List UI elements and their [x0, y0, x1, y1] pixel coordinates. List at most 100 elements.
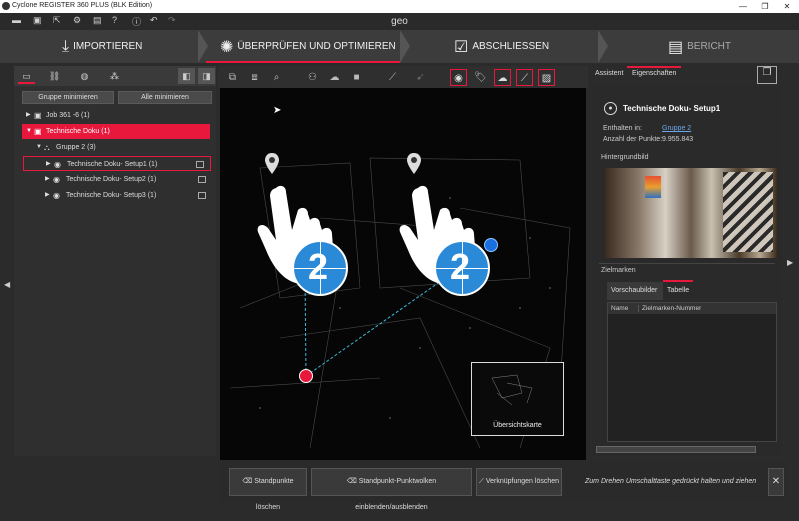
step-report-label: BERICHT [687, 41, 732, 52]
staircase [723, 172, 773, 252]
cloud-icon[interactable]: ☁ [326, 69, 343, 86]
box-icon[interactable]: ■ [348, 69, 365, 86]
collapse-arrow-icon[interactable]: ▼ [36, 140, 42, 155]
setup-point[interactable] [299, 369, 313, 383]
zoom-extents-icon[interactable]: ⌕ [268, 69, 285, 86]
targets-tabs: Vorschaubilder Tabelle [607, 280, 777, 300]
tree-item-setup3[interactable]: ▶ ◉ Technische Doku- Setup3 (1) [14, 188, 216, 203]
step-import-label: IMPORTIEREN [73, 41, 143, 52]
tag-icon[interactable]: 🏷 [472, 69, 489, 86]
step-report[interactable]: ▤ BERICHT [668, 30, 731, 63]
setup-icon: ● [604, 102, 617, 115]
step-finalize-label: ABSCHLIESSEN [472, 41, 550, 52]
rotate-hint-text: Zum Drehen Umschalttaste gedrückt halten… [585, 478, 757, 485]
tab-preview[interactable]: Vorschaubilder [607, 282, 663, 300]
globe-tab-icon[interactable]: ◍ [76, 68, 93, 84]
tree-item-label: Technische Doku- Setup1 (1) [67, 161, 158, 168]
title-bar: Cyclone REGISTER 360 PLUS (BLK Edition) … [0, 0, 799, 13]
col-name[interactable]: Name [611, 305, 628, 312]
step-import[interactable]: ⤓ IMPORTIEREN [62, 30, 142, 63]
cloud-settings-icon[interactable]: ☁ [494, 69, 511, 86]
mouse-cursor-icon: ➤ [273, 105, 282, 116]
review-icon: ✺ [220, 38, 234, 56]
panel-mode-icon[interactable]: ❐ [757, 66, 777, 84]
tree-item-job[interactable]: ▶ ▣ Job 361 -6 (1) [14, 108, 216, 123]
step-review[interactable]: ✺ ÜBERPRÜFEN UND OPTIMIEREN [220, 30, 396, 63]
close-window-button[interactable]: ✕ [776, 0, 798, 13]
link-tab-icon[interactable]: ⛓ [46, 68, 63, 84]
setup-marker[interactable]: 2 [434, 240, 490, 296]
right-panel-tabs: Assistent Eigenschaften ❐ [591, 66, 785, 86]
tab-assistant[interactable]: Assistent [595, 70, 623, 77]
import-icon: ⤓ [62, 37, 70, 55]
overview-map-label: Übersichtskarte [493, 422, 542, 429]
toggle-clouds-label: Standpunkt-Punktwolken einblenden/ausble… [355, 478, 437, 511]
setup-icon: ◉ [54, 160, 61, 169]
layers-icon[interactable]: ⧉ [224, 69, 241, 86]
image-icon[interactable] [196, 161, 204, 168]
collapse-all-button[interactable]: Alle minimieren [118, 91, 212, 104]
tree-item-label: Technische Doku- Setup2 (1) [66, 176, 157, 183]
select-arrow-icon[interactable]: ➹ [412, 69, 429, 86]
tree-item-label: Gruppe 2 (3) [56, 144, 96, 151]
group-link[interactable]: Gruppe 2 [662, 125, 691, 132]
expand-arrow-icon[interactable]: ▶ [26, 108, 31, 123]
collapse-right-panel-icon[interactable]: ▶ [787, 258, 793, 267]
view-mode-alt-icon[interactable]: ◨ [198, 68, 215, 84]
targets-table[interactable]: Name Zielmarken-Nummer [607, 302, 777, 442]
delete-links-label: Verknüpfungen löschen [485, 478, 560, 485]
setup-marker[interactable]: 2 [292, 240, 348, 296]
folder-tab-icon[interactable]: ▭ [18, 68, 35, 84]
horizontal-scrollbar[interactable] [596, 446, 756, 453]
col-target-number[interactable]: Zielmarken-Nummer [638, 305, 701, 312]
tree-item-setup2[interactable]: ▶ ◉ Technische Doku- Setup2 (1) [14, 172, 216, 187]
collapse-group-button[interactable]: Gruppe minimieren [22, 91, 114, 104]
divider [599, 263, 775, 264]
tree-item-technische-doku[interactable]: ▼ ▣ Technische Doku (1) [22, 124, 210, 139]
setup-icon: ◉ [53, 175, 60, 184]
collapse-arrow-icon[interactable]: ▼ [26, 124, 32, 139]
tab-properties[interactable]: Eigenschaften [632, 70, 676, 77]
measure-icon[interactable]: ⟋ [384, 69, 401, 86]
collapse-left-panel-icon[interactable]: ◀ [4, 280, 10, 289]
delete-setups-button[interactable]: ⌫ Standpunkte löschen [229, 468, 307, 511]
bottom-action-bar: ⌫ Standpunkte löschen ⌫ Standpunkt-Punkt… [220, 462, 786, 511]
active-step-indicator [206, 61, 400, 63]
unlink-icon: ⟋ [478, 478, 486, 485]
link-tool-icon[interactable]: ⟋ [516, 69, 533, 86]
location-pin-icon[interactable] [264, 152, 280, 176]
expand-arrow-icon[interactable]: ▶ [45, 172, 50, 187]
tab-table[interactable]: Tabelle [663, 282, 693, 300]
toggle-setup-clouds-button[interactable]: ⌫ Standpunkt-Punktwolken einblenden/ausb… [311, 468, 472, 511]
delete-links-button[interactable]: ⟋ Verknüpfungen löschen [476, 468, 562, 496]
tree-item-setup1[interactable]: ▶ ◉ Technische Doku- Setup1 (1) [23, 156, 211, 171]
cloud-compare-icon[interactable]: ⚇ [304, 69, 321, 86]
eraser-icon: ⌫ [242, 478, 255, 485]
point-count-value: 9.955.843 [662, 136, 694, 143]
fit-view-icon[interactable]: ⧈ [246, 69, 263, 86]
maximize-button[interactable]: ❐ [754, 0, 776, 13]
setup-marker-number: 2 [450, 246, 471, 287]
overview-map[interactable]: Übersichtskarte [471, 362, 564, 436]
expand-arrow-icon[interactable]: ▶ [46, 157, 51, 172]
point-count-label: Anzahl der Punkte: [603, 136, 663, 143]
bundle-tree-panel: Gruppe minimieren Alle minimieren ▶ ▣ Jo… [14, 86, 216, 456]
group-icon: ⛬ [44, 143, 50, 152]
image-icon[interactable] [198, 176, 206, 183]
view-mode-icon[interactable]: ◧ [178, 68, 195, 84]
tree-item-group[interactable]: ▼ ⛬ Gruppe 2 (3) [14, 140, 216, 155]
setup-target-icon[interactable]: ◉ [450, 69, 467, 86]
network-tab-icon[interactable]: ⁂ [106, 68, 123, 84]
left-panel-toolbar: ▭ ⛓ ◍ ⁂ ◧ ◨ [14, 66, 216, 86]
close-bottom-bar-button[interactable]: ✕ [768, 468, 784, 496]
project-name: geo [391, 16, 408, 27]
step-finalize[interactable]: ☑ ABSCHLIESSEN [454, 30, 549, 63]
image-icon[interactable] [198, 192, 206, 199]
setup-icon: ◉ [53, 191, 60, 200]
setup-point[interactable] [484, 238, 498, 252]
image-tool-icon[interactable]: ▨ [538, 69, 555, 86]
background-panorama-image[interactable] [605, 168, 777, 258]
location-pin-icon[interactable] [406, 152, 422, 176]
expand-arrow-icon[interactable]: ▶ [45, 188, 50, 203]
minimize-button[interactable]: — [732, 0, 754, 13]
